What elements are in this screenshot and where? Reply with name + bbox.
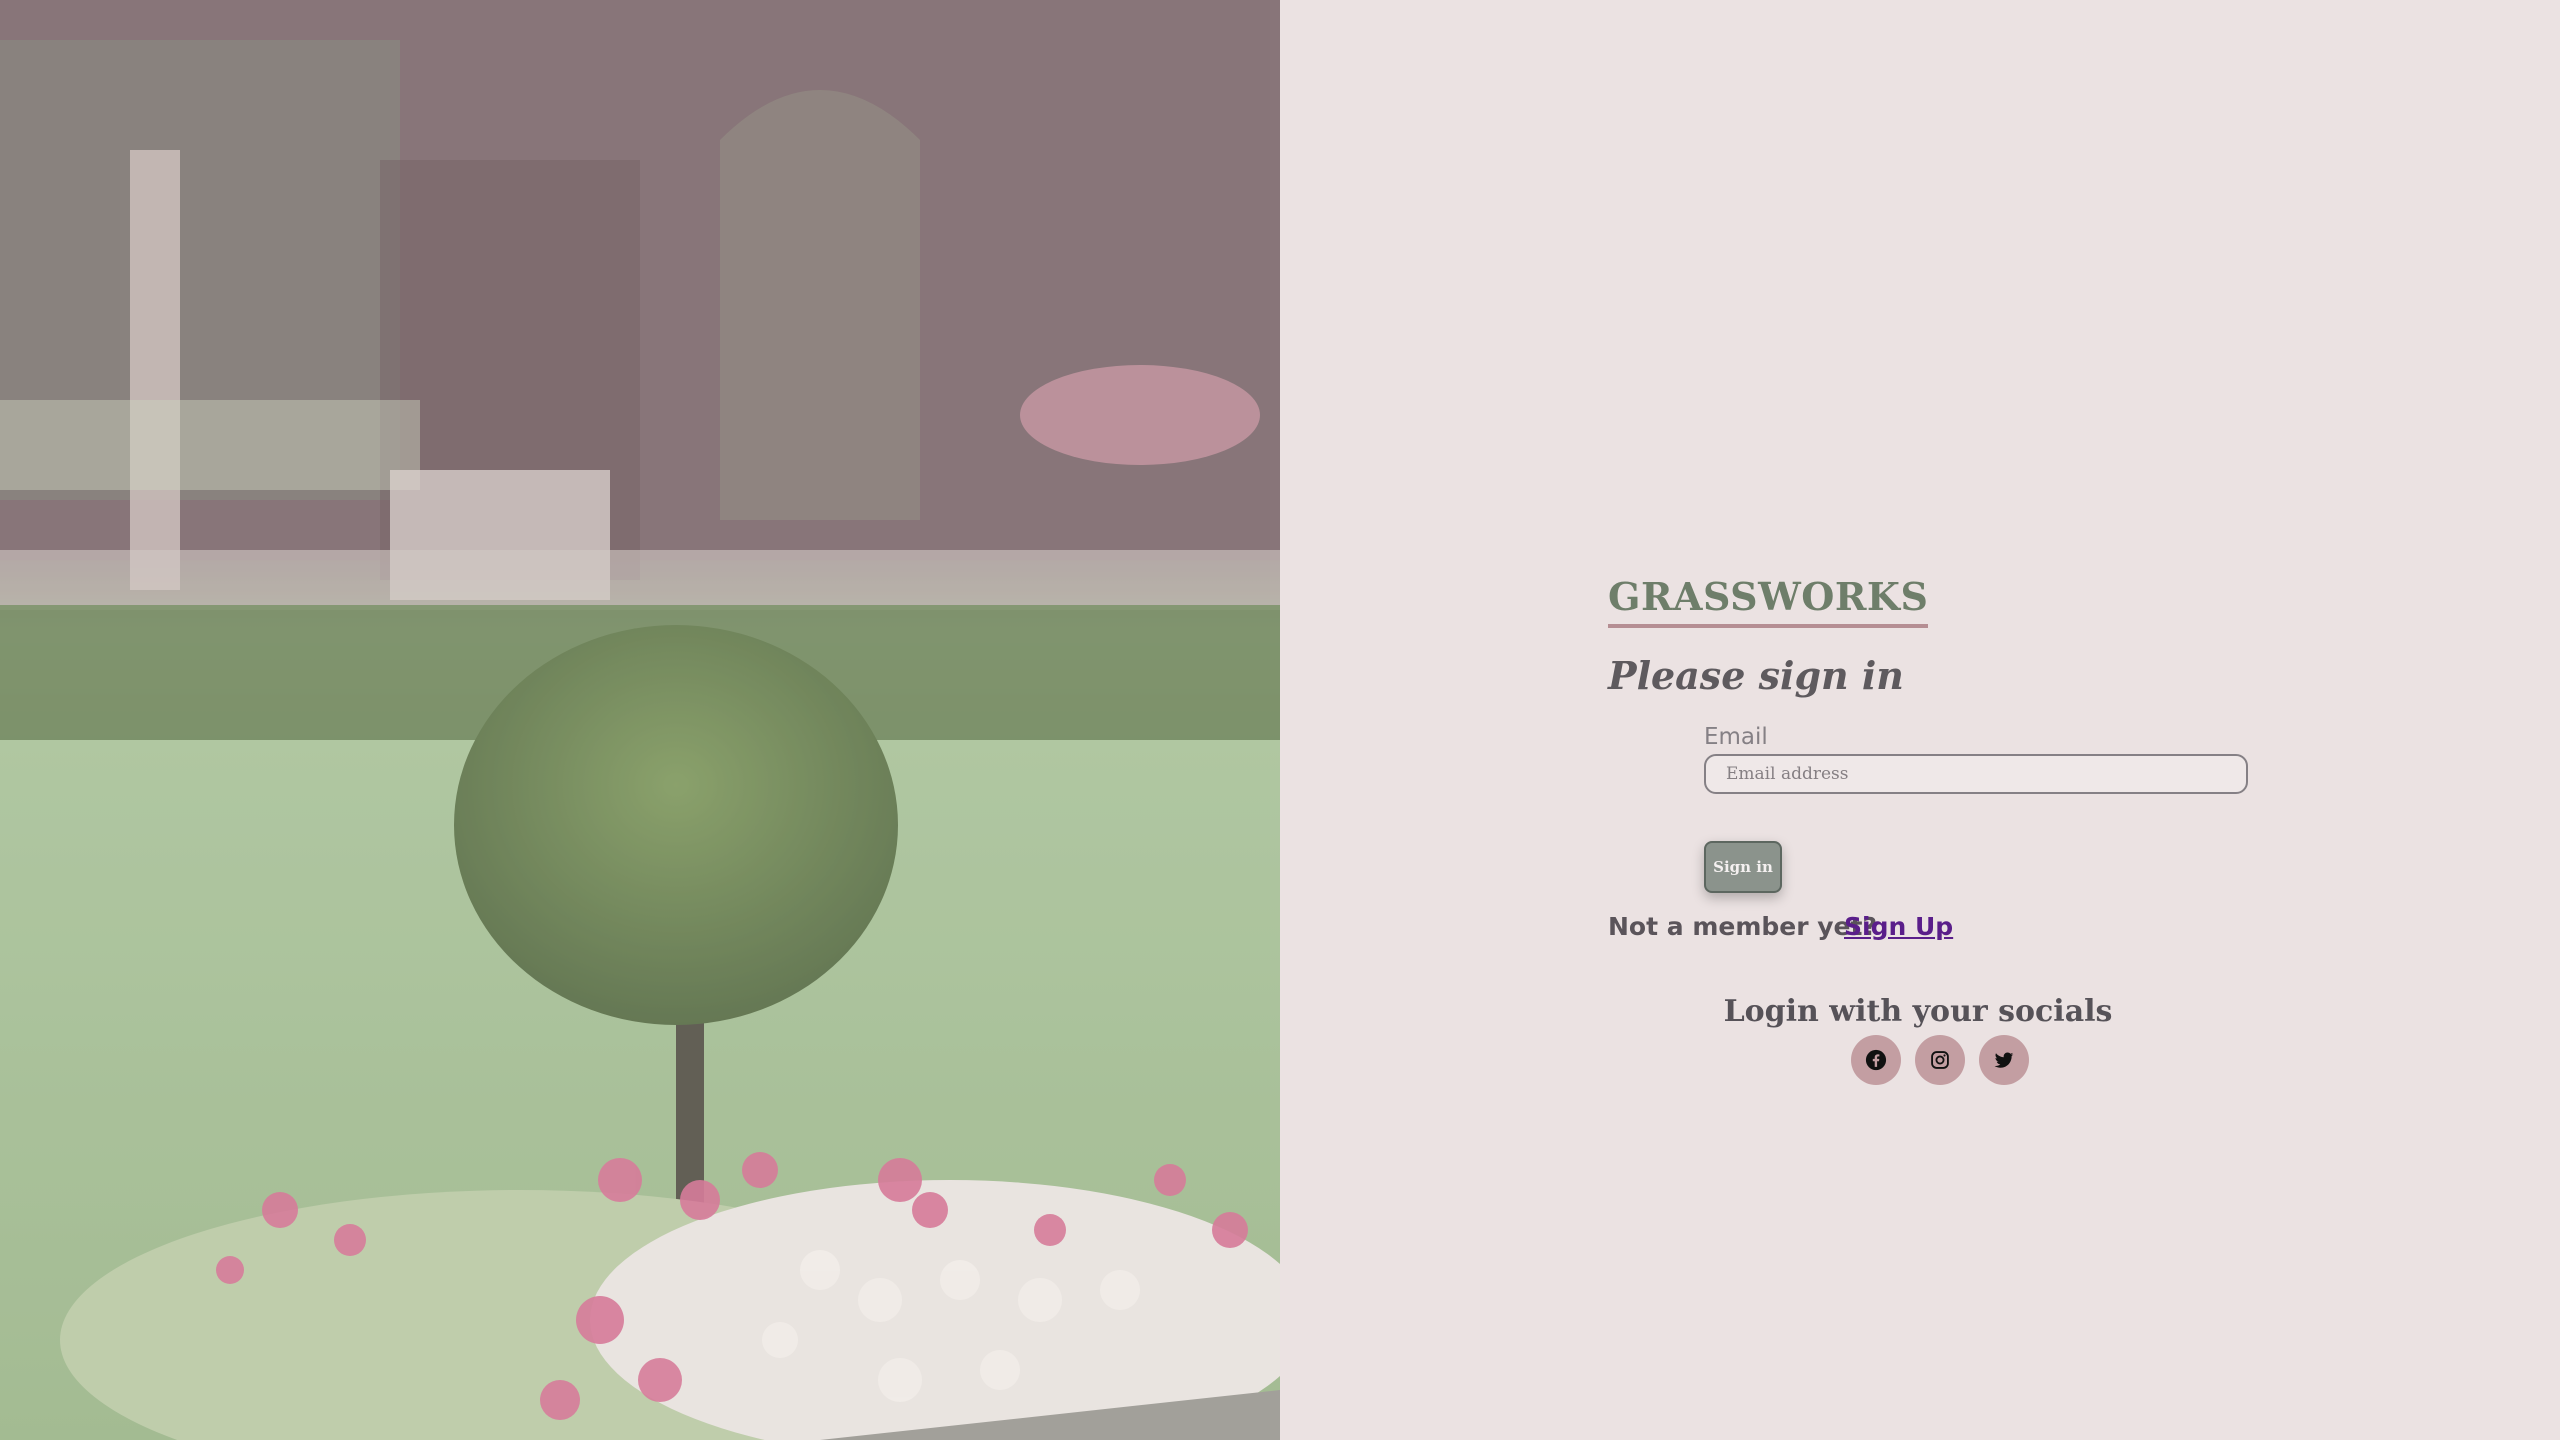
instagram-icon xyxy=(1930,1050,1950,1070)
signup-prompt: Not a member yet? xyxy=(1608,912,1877,941)
page-title: Please sign in xyxy=(1608,653,1904,698)
twitter-icon xyxy=(1993,1049,2015,1071)
facebook-login-button[interactable] xyxy=(1851,1035,1901,1085)
hero-garden-image xyxy=(0,0,1280,1440)
social-login-buttons xyxy=(1851,1035,2029,1085)
instagram-login-button[interactable] xyxy=(1915,1035,1965,1085)
facebook-icon xyxy=(1865,1049,1887,1071)
twitter-login-button[interactable] xyxy=(1979,1035,2029,1085)
sign-up-link[interactable]: Sign Up xyxy=(1844,910,1953,944)
email-field[interactable] xyxy=(1704,754,2248,794)
socials-heading: Login with your socials xyxy=(1723,994,2113,1029)
brand-logo[interactable]: GRASSWORKS xyxy=(1608,572,1929,628)
login-panel xyxy=(1280,0,2560,1440)
email-label: Email xyxy=(1704,724,1768,750)
sign-in-button[interactable]: Sign in xyxy=(1704,841,1782,893)
garden-photo-illustration xyxy=(0,0,1280,1440)
